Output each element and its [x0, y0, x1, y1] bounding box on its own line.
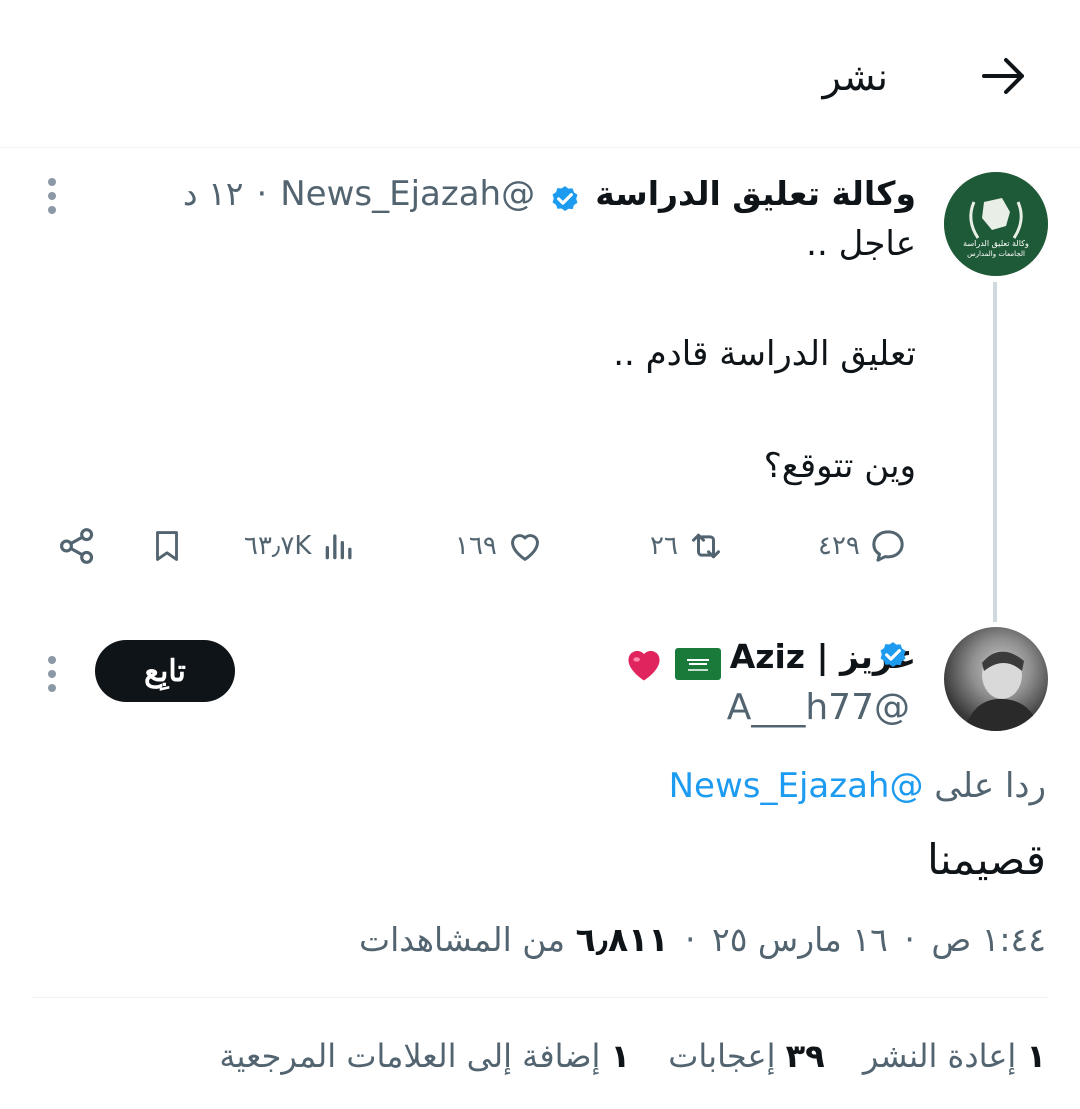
- repost-icon: [691, 533, 720, 559]
- repost-button[interactable]: ٢٦: [650, 524, 726, 568]
- more-options-icon[interactable]: [48, 178, 58, 214]
- verified-badge-icon: [552, 185, 578, 211]
- heart-icon: [510, 534, 539, 561]
- avatar[interactable]: [944, 627, 1048, 731]
- share-button[interactable]: [56, 524, 98, 568]
- follow-button[interactable]: تابِع: [95, 640, 235, 702]
- bookmarks-label: إضافة إلى العلامات المرجعية: [219, 1037, 601, 1075]
- views-count: ٦٣٫٧K: [244, 531, 312, 561]
- like-count: ١٦٩: [455, 531, 497, 561]
- timestamp[interactable]: ١٢ د: [183, 174, 244, 213]
- tweet-text-line: عاجل ..: [806, 224, 916, 264]
- author-name[interactable]: وكالة تعليق الدراسة: [595, 174, 916, 213]
- tweet-text-line: تعليق الدراسة قادم ..: [613, 334, 916, 374]
- reposts-label: إعادة النشر: [862, 1037, 1017, 1075]
- bookmarks-value: ١: [610, 1037, 631, 1075]
- avatar[interactable]: وكالة تعليق الدراسة الجامعات والمدارس: [944, 172, 1048, 276]
- reply-text: قصيمنا: [927, 835, 1046, 884]
- saudi-flag-icon: [674, 647, 721, 680]
- reply-button[interactable]: ٤٢٩: [818, 524, 908, 568]
- bookmark-icon: [156, 531, 178, 561]
- separator-dot: ·: [684, 920, 696, 959]
- likes-stat[interactable]: ٣٩ إعجابات: [658, 1037, 825, 1075]
- reply-to-mention[interactable]: @News_Ejazah: [669, 766, 924, 806]
- red-heart-icon: [627, 650, 660, 680]
- divider: [32, 997, 1048, 998]
- reply-to-prefix: ردا على: [934, 766, 1046, 806]
- arrow-right-icon[interactable]: [980, 56, 1028, 96]
- agency-logo-icon: وكالة تعليق الدراسة الجامعات والمدارس: [944, 172, 1048, 276]
- separator-dot: ·: [904, 920, 915, 959]
- views-button[interactable]: ٦٣٫٧K: [244, 524, 359, 568]
- tweet-header: وكالة تعليق الدراسة @News_Ejazah · ١٢ د: [183, 170, 916, 218]
- share-icon: [60, 528, 94, 564]
- repost-count: ٢٦: [650, 531, 678, 561]
- author-handle[interactable]: @A___h77: [727, 684, 910, 732]
- reply-count: ٤٢٩: [818, 531, 860, 561]
- top-bar: نشر: [0, 0, 1080, 148]
- time[interactable]: ١:٤٤ ص: [931, 920, 1046, 959]
- svg-text:الجامعات والمدارس: الجامعات والمدارس: [967, 250, 1025, 258]
- svg-text:وكالة تعليق الدراسة: وكالة تعليق الدراسة: [963, 239, 1029, 248]
- views-value: ٦٫٨١١: [575, 920, 669, 959]
- date[interactable]: ١٦ مارس ٢٥: [712, 920, 888, 959]
- verified-badge-icon: [880, 642, 906, 668]
- reply-to-line: ردا على @News_Ejazah: [669, 762, 1046, 810]
- reply-icon: [872, 530, 904, 562]
- separator-dot: ·: [256, 174, 268, 213]
- views-chart-icon: [326, 534, 352, 560]
- reposts-value: ١: [1026, 1037, 1046, 1075]
- profile-photo: [964, 651, 1040, 731]
- author-handle[interactable]: @News_Ejazah: [280, 174, 535, 214]
- reply-author-row: عزيز | Aziz: [622, 632, 916, 682]
- more-options-icon[interactable]: [48, 656, 58, 692]
- thread-connector: [993, 282, 997, 622]
- likes-label: إعجابات: [668, 1037, 776, 1075]
- views-label: من المشاهدات: [359, 920, 566, 959]
- page-title: نشر: [822, 55, 888, 99]
- bookmark-button[interactable]: [148, 524, 186, 568]
- tweet-timestamp-row: ١:٤٤ ص · ١٦ مارس ٢٥ · ٦٫٨١١ من المشاهدات: [359, 916, 1046, 964]
- reposts-stat[interactable]: ١ إعادة النشر: [853, 1037, 1046, 1075]
- likes-value: ٣٩: [785, 1037, 825, 1075]
- bookmarks-stat[interactable]: ١ إضافة إلى العلامات المرجعية: [219, 1037, 630, 1075]
- engagement-stats: ١ إعادة النشر ٣٩ إعجابات ١ إضافة إلى الع…: [191, 1032, 1046, 1080]
- like-button[interactable]: ١٦٩: [455, 524, 545, 568]
- tweet-text-line: وين تتوقع؟: [763, 446, 916, 486]
